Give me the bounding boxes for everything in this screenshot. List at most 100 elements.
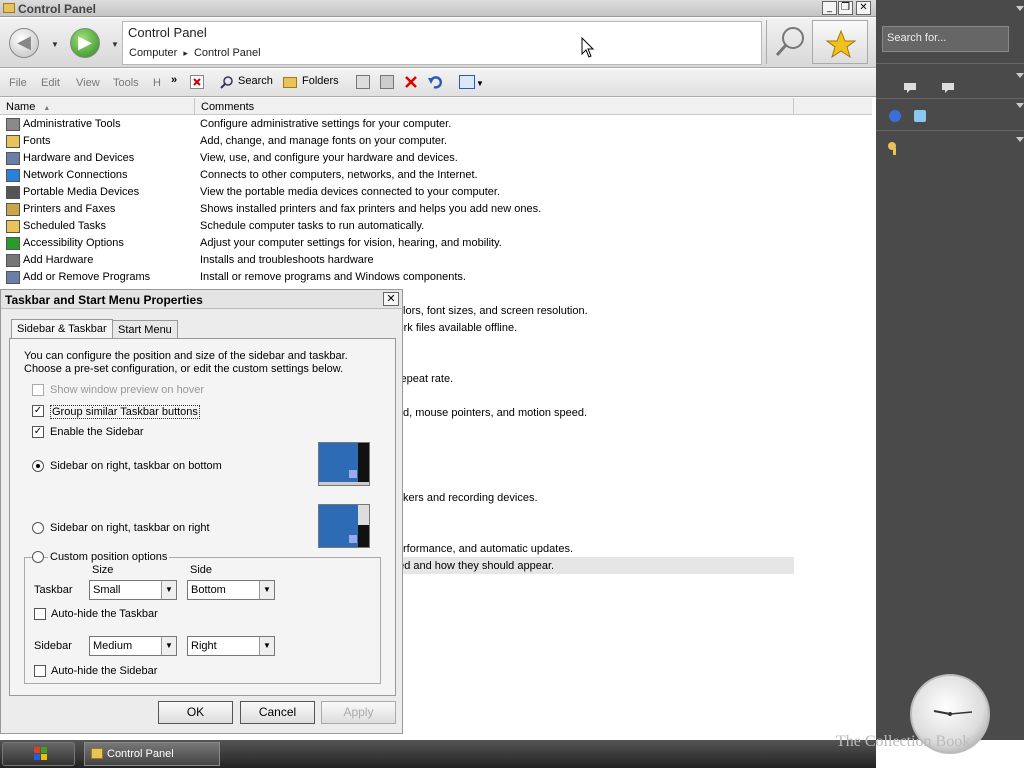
sidebar-right-taskbar-right-radio[interactable] (32, 522, 44, 534)
list-item[interactable]: Network Connections Connects to other com… (0, 167, 872, 184)
search-toolbar-button[interactable] (766, 20, 812, 64)
keys-icon[interactable] (886, 140, 902, 156)
menu-file[interactable]: File (9, 77, 27, 89)
list-item-name: Printers and Faxes (23, 203, 116, 215)
move-to-icon[interactable] (356, 75, 370, 89)
gadget-menu-arrow-icon[interactable] (1016, 73, 1024, 78)
taskbar-item-label: Control Panel (107, 748, 174, 760)
back-dropdown-icon[interactable]: ▼ (51, 40, 59, 49)
custom-position-radio[interactable] (32, 551, 44, 563)
menu-help[interactable]: H (153, 77, 161, 89)
show-preview-label: Show window preview on hover (50, 384, 205, 396)
chevron-down-icon: ▼ (161, 581, 176, 599)
back-button[interactable]: ◀ (9, 28, 39, 58)
menu-tools[interactable]: Tools (113, 77, 139, 89)
undo-icon[interactable] (428, 75, 443, 89)
list-item[interactable]: Scheduled Tasks Schedule computer tasks t… (0, 218, 872, 235)
mouse-cursor-icon (581, 37, 595, 58)
list-item[interactable]: Add or Remove Programs Install or remove … (0, 269, 872, 286)
chevron-down-icon: ▼ (259, 637, 274, 655)
favorites-button[interactable] (812, 20, 868, 64)
taskbar-size-select[interactable]: Small ▼ (89, 580, 177, 600)
dialog-close-button[interactable]: ✕ (383, 292, 399, 306)
copy-to-icon[interactable] (380, 75, 394, 89)
list-item[interactable]: Portable Media Devices View the portable … (0, 184, 872, 201)
sidebar-side-value: Right (191, 640, 217, 652)
window-title: Control Panel (18, 2, 97, 16)
list-item-comment: View the portable media devices connecte… (200, 186, 501, 198)
fonts-icon (6, 135, 20, 148)
maximize-button[interactable]: ❐ (838, 1, 853, 15)
folders-button[interactable]: Folders (302, 75, 339, 87)
menu-view[interactable]: View (76, 77, 100, 89)
chat-bubbles-icon[interactable] (902, 80, 972, 96)
list-item-comment: Configure administrative settings for yo… (200, 118, 452, 130)
sidebar-side-select[interactable]: Right ▼ (187, 636, 275, 656)
close-button[interactable]: ✕ (856, 1, 871, 15)
list-item-comment: Installs and troubleshoots hardware (200, 254, 374, 266)
start-button[interactable] (2, 742, 75, 766)
close-pane-icon[interactable] (190, 75, 204, 89)
group-buttons-checkbox[interactable]: ✓ (32, 405, 44, 417)
address-bar[interactable]: Control Panel Computer ▸ Control Panel (122, 21, 762, 65)
views-icon[interactable] (459, 75, 475, 89)
views-dropdown-icon[interactable]: ▼ (476, 79, 484, 88)
search-button[interactable]: Search (238, 75, 273, 87)
list-item[interactable]: Administrative Tools Configure administra… (0, 116, 872, 133)
back-arrow-icon: ◀ (17, 32, 31, 53)
column-comments-header[interactable]: Comments (195, 98, 794, 115)
list-item[interactable]: Accessibility Options Adjust your compute… (0, 235, 872, 252)
app-shortcuts-icon[interactable] (888, 108, 930, 124)
autohide-sidebar-checkbox[interactable] (34, 665, 46, 677)
breadcrumb-computer[interactable]: Computer (129, 47, 177, 59)
sidebar-menu-arrow-icon[interactable] (1016, 6, 1024, 11)
breadcrumb-control-panel[interactable]: Control Panel (194, 47, 261, 59)
ok-button[interactable]: OK (158, 701, 233, 724)
dialog-description: You can configure the position and size … (24, 350, 348, 375)
sidebar-size-value: Medium (93, 640, 133, 652)
sidebar-size-select[interactable]: Medium ▼ (89, 636, 177, 656)
taskbar-side-select[interactable]: Bottom ▼ (187, 580, 275, 600)
minimize-button[interactable]: _ (822, 1, 837, 15)
list-item-comment: Add, change, and manage fonts on your co… (200, 135, 448, 147)
custom-position-label: Custom position options (48, 551, 170, 563)
list-item[interactable]: Fonts Add, change, and manage fonts on yo… (0, 133, 872, 150)
sidebar-row-label: Sidebar (34, 640, 72, 652)
cancel-button[interactable]: Cancel (240, 701, 315, 724)
taskbar-row-label: Taskbar (34, 584, 73, 596)
list-item[interactable]: Hardware and Devices View, use, and confi… (0, 150, 872, 167)
taskbar-side-value: Bottom (191, 584, 226, 596)
gadget-menu-arrow-icon[interactable] (1016, 137, 1024, 142)
tab-start-menu[interactable]: Start Menu (112, 320, 178, 340)
menu-edit[interactable]: Edit (41, 77, 60, 89)
gadget-menu-arrow-icon[interactable] (1016, 103, 1024, 108)
taskbar-item-control-panel[interactable]: Control Panel (84, 742, 220, 766)
dialog-title-bar[interactable]: Taskbar and Start Menu Properties ✕ (1, 290, 402, 309)
apply-button[interactable]: Apply (321, 701, 396, 724)
autohide-sidebar-label: Auto-hide the Sidebar (51, 665, 158, 677)
enable-sidebar-checkbox[interactable]: ✓ (32, 426, 44, 438)
sidebar-right-taskbar-bottom-label: Sidebar on right, taskbar on bottom (50, 460, 222, 472)
taskbar-properties-dialog: Taskbar and Start Menu Properties ✕ Side… (0, 289, 403, 734)
list-item-comment: Schedule computer tasks to run automatic… (200, 220, 425, 232)
show-preview-checkbox[interactable] (32, 384, 44, 396)
list-item-name: Accessibility Options (23, 237, 124, 249)
list-item[interactable]: Printers and Faxes Shows installed printe… (0, 201, 872, 218)
search-icon[interactable] (220, 75, 234, 89)
sidebar-search-input[interactable]: Search for... (882, 26, 1009, 52)
delete-icon[interactable] (404, 75, 418, 89)
column-comments-label: Comments (201, 101, 255, 113)
forward-dropdown-icon[interactable]: ▼ (111, 40, 119, 49)
tab-sidebar-taskbar[interactable]: Sidebar & Taskbar (11, 319, 113, 340)
side-column-label: Side (190, 564, 213, 576)
accessibility-icon (6, 237, 20, 250)
menu-overflow-icon[interactable]: » (171, 74, 177, 86)
window-title-bar[interactable]: Control Panel _ ❐ ✕ (0, 0, 876, 17)
sidebar-right-taskbar-bottom-radio[interactable] (32, 460, 44, 472)
list-item[interactable]: Add Hardware Installs and troubleshoots h… (0, 252, 872, 269)
column-name-header[interactable]: Name ▲ (0, 98, 195, 115)
breadcrumb: Computer ▸ Control Panel (129, 47, 261, 59)
folders-icon[interactable] (283, 77, 297, 88)
forward-button[interactable]: ▶ (70, 28, 100, 58)
autohide-taskbar-checkbox[interactable] (34, 608, 46, 620)
